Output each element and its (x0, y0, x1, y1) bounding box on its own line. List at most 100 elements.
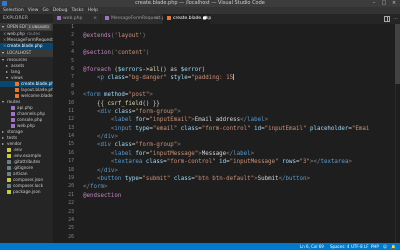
code-token: csrf_field (107, 100, 143, 107)
menu-help[interactable]: Help (86, 7, 100, 14)
code-token: "3" (299, 159, 310, 166)
code-line[interactable]: @endsection (83, 192, 400, 200)
feedback-icon[interactable]: ☺ (383, 243, 387, 250)
tree-item-label: .gitignore (13, 165, 34, 170)
code-token: () as (159, 66, 181, 73)
menu-view[interactable]: View (26, 7, 41, 14)
line-number: 7 (71, 75, 74, 81)
language-mode[interactable]: PHP (371, 243, 379, 250)
code-line[interactable]: <div class="form-group"> (83, 108, 400, 116)
code-line[interactable] (83, 58, 400, 66)
line-number: 4 (71, 50, 74, 56)
code-token: for (135, 150, 146, 157)
editor-tab[interactable]: create.blade.php ● (163, 14, 211, 24)
editor-scrollbar[interactable] (395, 24, 400, 243)
line-number: 2 (71, 33, 74, 39)
menu-tasks[interactable]: Tasks (70, 7, 86, 14)
code-line[interactable]: <div class="form-group"> (83, 141, 400, 149)
line-number: 16 (68, 150, 74, 156)
more-actions-icon[interactable]: ··· (393, 14, 398, 24)
menu-debug[interactable]: Debug (51, 7, 70, 14)
code-line[interactable] (83, 225, 400, 233)
line-number: 15 (68, 142, 74, 148)
code-line[interactable]: </div> (83, 133, 400, 141)
code-line[interactable]: <form method="post"> (83, 91, 400, 99)
code-line[interactable] (83, 217, 400, 225)
code-token: div (100, 142, 111, 149)
file-icon (15, 93, 19, 98)
code-token: textarea (320, 159, 349, 166)
line-number: 10 (68, 100, 74, 106)
code-line[interactable]: </div> (83, 167, 400, 175)
split-editor-icon[interactable] (384, 16, 390, 22)
code-token: "inputMessage" (229, 159, 279, 166)
tree-file[interactable]: package.json (0, 189, 53, 195)
code-token: {{ (83, 100, 108, 107)
code-line[interactable]: <textarea class="form-control" id="input… (83, 158, 400, 166)
code-token: button (285, 176, 307, 183)
unsaved-dot-icon[interactable]: ● (203, 14, 207, 24)
code-line[interactable] (83, 209, 400, 217)
code-line[interactable]: {{ csrf_field() }} (83, 100, 400, 108)
cursor-position[interactable]: Ln 6, Col 69 (300, 243, 324, 250)
title-bar: create.blade.php — /localhost — Visual S… (0, 0, 400, 7)
code-token: > (306, 176, 311, 183)
file-icon (7, 183, 11, 188)
code-token: button (100, 176, 122, 183)
code-line[interactable]: <button type="submit" class="btn btn-def… (83, 175, 400, 183)
code-line[interactable]: </form> (83, 183, 400, 191)
code-token: label (247, 117, 265, 124)
code-token: $errors (117, 66, 143, 73)
tree-item-label: views (11, 75, 23, 80)
code-line[interactable]: <label for="inputMessage">Message</label… (83, 150, 400, 158)
code-line[interactable] (83, 24, 400, 32)
editor-tab[interactable]: MessageFormRequest.php × (101, 14, 170, 24)
close-window-button[interactable]: × (389, 0, 399, 7)
menu-selection[interactable]: Selection (1, 7, 26, 14)
file-icon (7, 147, 11, 152)
editor-tab[interactable]: web.php × (53, 14, 101, 24)
close-icon[interactable]: × (93, 14, 97, 24)
minimize-button[interactable]: – (369, 0, 379, 7)
open-editors-section[interactable]: ▾ OPEN EDITORS 1 UNSAVED (0, 23, 53, 31)
line-ending[interactable]: LF (364, 243, 369, 250)
scrollbar-thumb[interactable] (395, 24, 400, 84)
tree-item-label: .env (13, 147, 23, 152)
file-tree: ▾ resources ▸ assets ▸ lang ▾ views create.blade… (0, 57, 53, 195)
code-area[interactable]: @extends('layout') @section('content') @fo… (83, 24, 400, 242)
code-token: textarea (114, 159, 143, 166)
editor-tab-bar: web.php × MessageFormRequest.php × create.bl… (53, 14, 400, 24)
code-line[interactable] (83, 200, 400, 208)
notifications-icon[interactable]: 🔔 (391, 243, 396, 250)
code-line[interactable]: @foreach ($errors->all() as $error) (83, 66, 400, 74)
tab-list: web.php × MessageFormRequest.php × create.bl… (53, 14, 211, 24)
menu-go[interactable]: Go (40, 7, 50, 14)
code-line[interactable]: @extends('layout') (83, 32, 400, 40)
project-section[interactable]: ▾ LOCALHOST (0, 49, 53, 57)
code-line[interactable]: @section('content') (83, 49, 400, 57)
code-token: @extends (83, 33, 111, 40)
code-line[interactable]: <p class="bg-danger" style="padding: 15 (83, 74, 400, 82)
code-editor[interactable]: 1 2 3 4 5 6 7 8 9 10 11 12 13 14 15 16 17 18 19 20 21 22 23 24 2… (53, 24, 400, 243)
file-icon (57, 15, 61, 20)
tree-item-label: lang (11, 69, 21, 74)
code-token: </ (83, 184, 90, 191)
code-line[interactable]: <label for="inputEmail">Email address</l… (83, 116, 400, 124)
open-editor-detail: routes (26, 31, 41, 36)
code-line[interactable] (83, 234, 400, 242)
file-icon (7, 171, 11, 176)
encoding[interactable]: UTF-8 (351, 243, 363, 250)
code-token: @foreach (83, 66, 111, 73)
code-line[interactable] (83, 83, 400, 91)
close-icon[interactable]: × (155, 14, 159, 24)
tree-item-label: channels.php (17, 111, 46, 116)
indentation[interactable]: Spaces: 4 (330, 243, 349, 250)
code-line[interactable]: <input type="email" class="form-control"… (83, 125, 400, 133)
code-token: "padding: 15 (191, 75, 234, 82)
maximize-button[interactable]: □ (379, 0, 389, 7)
tree-item-label: resources (7, 57, 28, 62)
line-number: 18 (68, 167, 74, 173)
code-line[interactable] (83, 41, 400, 49)
